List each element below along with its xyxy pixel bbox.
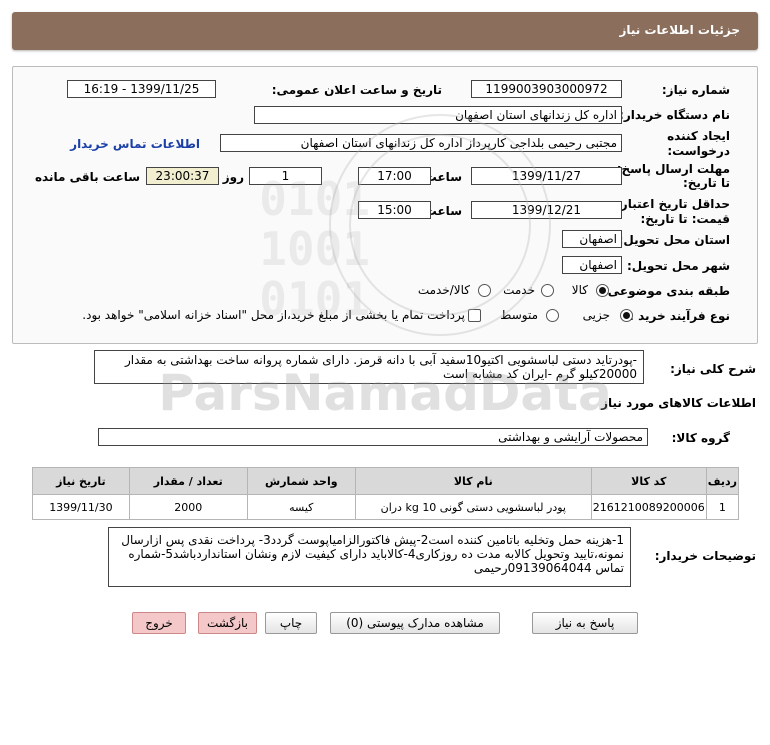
summary-label: شرح کلی نیاز:	[670, 362, 756, 376]
purchase-type-label: نوع فرآیند خرید :	[629, 309, 730, 323]
reply-button[interactable]: پاسخ به نیاز	[532, 612, 638, 634]
city-field: اصفهان	[562, 256, 622, 274]
category-option-service: خدمت	[503, 283, 535, 297]
announce-field: 1399/11/25 - 16:19	[67, 80, 216, 98]
purchase-radio-medium[interactable]	[546, 309, 559, 322]
announce-label: تاریخ و ساعت اعلان عمومی:	[271, 83, 442, 97]
category-option-goods-service: کالا/خدمت	[417, 283, 470, 297]
purchase-option-minor: جزیی	[582, 308, 610, 322]
col-row-number: ردیف	[705, 467, 740, 495]
reply-deadline-label-line2: تا تاریخ:	[682, 176, 730, 190]
page-header: جزئیات اطلاعات نیاز	[12, 12, 758, 50]
city-label: شهر محل تحویل:	[626, 259, 730, 273]
summary-line-2: 20000کیلو گرم -ایران کد مشابه است	[442, 367, 637, 381]
need-number-field: 1199003903000972	[471, 80, 622, 98]
buyer-notes-line-3: تماس 09139064044رحیمی	[473, 561, 624, 575]
reply-date-field: 1399/11/27	[471, 167, 622, 185]
validity-date-field: 1399/12/21	[471, 201, 622, 219]
remaining-time-field: 23:00:37	[146, 167, 219, 185]
summary-box: -پودرتاید دستی لباسشویی اکتیو10سفید آبی …	[94, 350, 644, 384]
province-label: استان محل تحویل:	[618, 233, 730, 247]
purchase-option-medium: متوسط	[500, 308, 538, 322]
back-button[interactable]: بازگشت	[198, 612, 257, 634]
cell-quantity: 2000	[128, 494, 248, 520]
treasury-payment-note: پرداخت تمام یا بخشی از مبلغ خرید،از محل …	[82, 308, 465, 322]
buyer-notes-line-2: نمونه،تایید وتحویل کالابه مدت ده روزکاری…	[128, 547, 624, 561]
table-header-row: ردیف کد کالا نام کالا واحد شمارش تعداد /…	[32, 467, 740, 495]
buyer-field: اداره کل زندانهای استان اصفهان	[254, 106, 622, 124]
cell-item-code: 2161210089200006	[590, 494, 707, 520]
creator-label-line1: ایجاد کننده	[667, 129, 730, 143]
category-radio-service[interactable]	[541, 284, 554, 297]
buyer-notes-line-1: 1-هزینه حمل وتخلیه باتامین کننده است2-پی…	[121, 533, 624, 547]
creator-field: مجتبی رحیمی بلداجی کارپرداز اداره کل زند…	[220, 134, 622, 152]
goods-group-label: گروه کالا:	[671, 431, 730, 445]
col-item-name: نام کالا	[354, 467, 592, 495]
contact-link[interactable]: اطلاعات تماس خریدار	[70, 137, 200, 151]
print-button[interactable]: چاپ	[265, 612, 317, 634]
buyer-notes-box: 1-هزینه حمل وتخلیه باتامین کننده است2-پی…	[108, 527, 631, 587]
col-unit: واحد شمارش	[246, 467, 356, 495]
goods-group-field: محصولات آرایشی و بهداشتی	[98, 428, 648, 446]
summary-line-1: -پودرتاید دستی لباسشویی اکتیو10سفید آبی …	[124, 353, 637, 367]
buyer-label: نام دستگاه خریدار:	[619, 108, 730, 122]
table-row: 1 2161210089200006 پودر لباسشویی دستی گو…	[32, 494, 740, 520]
remaining-label: ساعت باقی مانده	[34, 170, 140, 184]
goods-section-title: اطلاعات کالاهای مورد نیاز	[601, 396, 756, 410]
category-option-goods: کالا	[571, 283, 588, 297]
col-item-code: کد کالا	[590, 467, 707, 495]
days-field: 1	[249, 167, 322, 185]
province-field: اصفهان	[562, 230, 622, 248]
page-title: جزئیات اطلاعات نیاز	[619, 23, 740, 37]
category-label: طبقه بندی موضوعی:	[602, 284, 730, 298]
category-radio-goods[interactable]	[596, 284, 609, 297]
reply-deadline-label-line1: مهلت ارسال پاسخ:	[616, 162, 730, 176]
col-need-date: تاریخ نیاز	[32, 467, 130, 495]
goods-table: ردیف کد کالا نام کالا واحد شمارش تعداد /…	[32, 467, 740, 520]
purchase-radio-minor[interactable]	[620, 309, 633, 322]
validity-label-line2: قیمت: تا تاریخ:	[640, 212, 730, 226]
validity-time-field: 15:00	[358, 201, 431, 219]
col-quantity: تعداد / مقدار	[128, 467, 248, 495]
cell-unit: کیسه	[246, 494, 356, 520]
exit-button[interactable]: خروج	[132, 612, 186, 634]
need-number-label: شماره نیاز:	[661, 83, 730, 97]
cell-need-date: 1399/11/30	[32, 494, 130, 520]
buyer-notes-label: توضیحات خریدار:	[654, 549, 756, 563]
treasury-payment-checkbox[interactable]	[468, 309, 481, 322]
cell-row-number: 1	[705, 494, 740, 520]
creator-label-line2: درخواست:	[667, 144, 730, 158]
view-attachments-button[interactable]: مشاهده مدارک پیوستی (0)	[330, 612, 500, 634]
category-radio-goods-service[interactable]	[478, 284, 491, 297]
reply-time-field: 17:00	[358, 167, 431, 185]
cell-item-name: پودر لباسشویی دستی گونی 10 kg دران	[354, 494, 592, 520]
validity-label-line1: حداقل تاریخ اعتبار	[620, 197, 730, 211]
